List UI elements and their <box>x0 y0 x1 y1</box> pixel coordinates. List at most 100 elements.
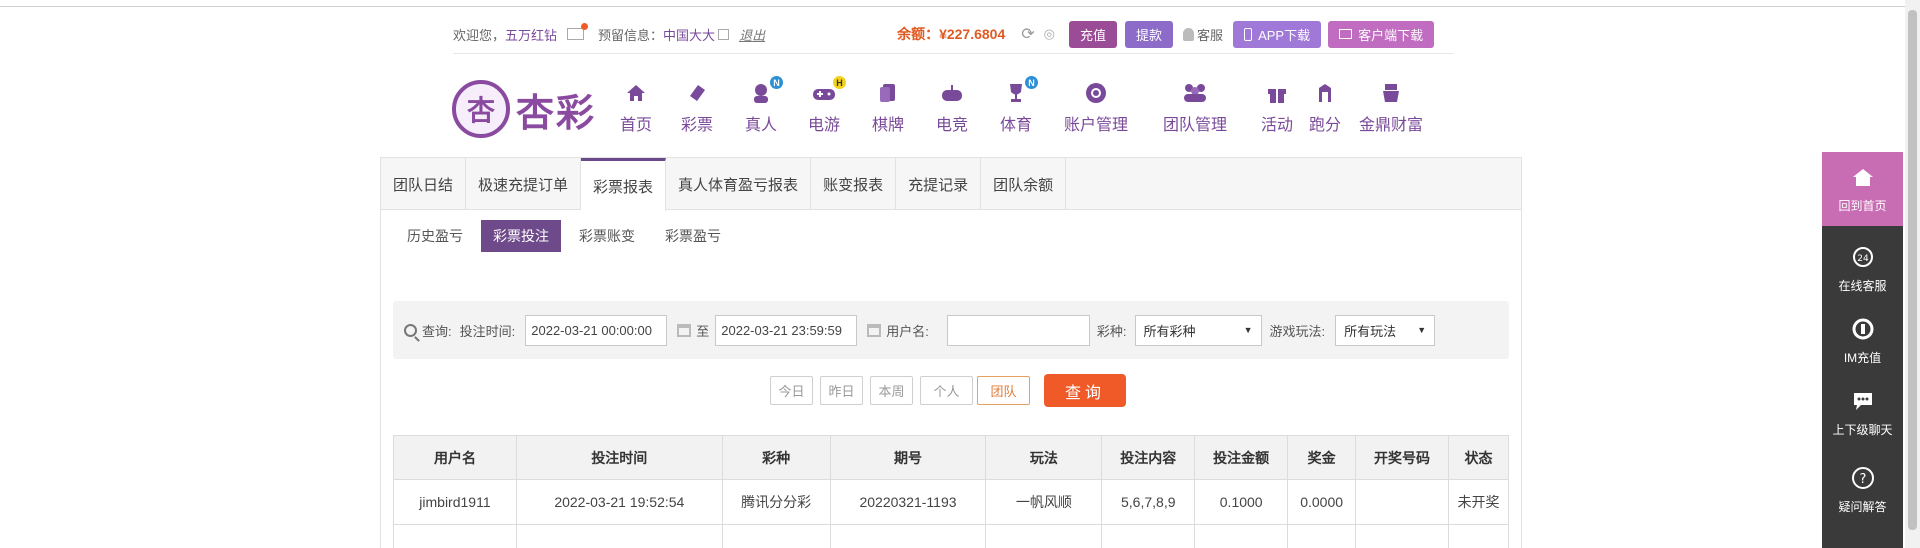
eye-hide-icon[interactable]: ◎ <box>1044 26 1055 42</box>
calendar-icon[interactable] <box>867 323 882 337</box>
today-button[interactable]: 今日 <box>770 376 813 405</box>
nav-label: 金鼎财富 <box>1359 117 1424 134</box>
query-label: 查询: <box>422 323 452 339</box>
end-time-input[interactable]: 2022-03-21 23:59:59 <box>715 314 858 346</box>
float-online-service[interactable]: 24 在线客服 <box>1822 244 1903 294</box>
yesterday-button[interactable]: 昨日 <box>820 376 863 405</box>
floating-sidebar: 回到首页 24 在线客服 IM充值 上下级聊天 ? 疑问解答 <box>1822 152 1903 548</box>
report-tabs: 团队日结 极速充提订单 彩票报表 真人体育盈亏报表 账变报表 充提记录 团队余额 <box>381 158 1521 211</box>
float-label: 回到首页 <box>1838 199 1887 213</box>
cell-play: 一帆风顺 <box>985 479 1103 525</box>
personal-button[interactable]: 个人 <box>920 376 973 405</box>
table-row[interactable]: jimbird1911 2022-03-21 19:52:54 腾讯分分彩 20… <box>393 479 1510 525</box>
nav-label: 账户管理 <box>1064 117 1129 134</box>
play-type-label: 游戏玩法: <box>1269 323 1326 339</box>
team-icon <box>1182 80 1208 106</box>
username: 五万红钻 <box>505 27 558 43</box>
recharge-button[interactable]: 充值 <box>1069 20 1118 48</box>
home-icon <box>1850 164 1876 190</box>
query-bar: 查询: 投注时间: 2022-03-21 00:00:00 至 2022-03-… <box>393 301 1509 359</box>
cell-amount: 0.1000 <box>1194 479 1289 525</box>
nav-item-live[interactable]: N 真人 <box>745 76 783 140</box>
scrollbar-thumb[interactable] <box>1908 10 1917 530</box>
headset-icon: 24 <box>1850 244 1876 270</box>
column-header: 用户名 <box>393 435 517 480</box>
nav-item-wealth[interactable]: 金鼎财富 <box>1359 80 1423 140</box>
nav-label: 棋牌 <box>872 117 905 134</box>
nav-item-home[interactable]: 首页 <box>620 80 652 140</box>
calendar-icon[interactable] <box>677 323 692 337</box>
esports-icon <box>939 80 965 106</box>
tab-lottery-report[interactable]: 彩票报表 <box>581 158 667 211</box>
mail-icon[interactable] <box>567 23 589 40</box>
start-time-input[interactable]: 2022-03-21 00:00:00 <box>525 314 668 346</box>
reserved-label: 预留信息： <box>598 27 664 43</box>
topbar-divider <box>453 53 1453 54</box>
search-icon <box>404 323 420 342</box>
cards-icon <box>875 80 901 106</box>
report-panel: 团队日结 极速充提订单 彩票报表 真人体育盈亏报表 账变报表 充提记录 团队余额… <box>380 157 1522 548</box>
nav-label: 体育 <box>1000 117 1033 134</box>
column-header: 期号 <box>829 435 987 480</box>
nav-item-esports[interactable]: 电竞 <box>936 80 968 140</box>
gift-icon <box>1264 80 1290 106</box>
query-button[interactable]: 查询 <box>1044 374 1126 407</box>
tab-fast-orders[interactable]: 极速充提订单 <box>466 158 582 210</box>
subtab-lottery-change[interactable]: 彩票账变 <box>567 220 647 252</box>
column-header: 状态 <box>1447 435 1510 480</box>
nav-item-sports[interactable]: N 体育 <box>1000 76 1038 140</box>
lottery-type-value: 所有彩种 <box>1143 323 1196 339</box>
new-badge: N <box>1025 76 1038 89</box>
nav-label: 真人 <box>745 117 778 134</box>
subtab-history-pl[interactable]: 历史盈亏 <box>395 220 475 252</box>
logo-text: 杏彩 <box>516 89 597 135</box>
refresh-icon[interactable]: ⟳ <box>1021 24 1034 44</box>
tab-live-sports-report[interactable]: 真人体育盈亏报表 <box>666 158 812 210</box>
client-download-label: 客户端下载 <box>1358 27 1424 43</box>
app-download-button[interactable]: APP下载 <box>1233 20 1322 48</box>
chat-icon <box>1850 388 1876 414</box>
cell-bet-time: 2022-03-21 19:52:54 <box>515 479 723 525</box>
nav-item-activity[interactable]: 活动 <box>1261 80 1293 140</box>
balance-value: ¥227.6804 <box>939 26 1006 42</box>
subtab-lottery-bets[interactable]: 彩票投注 <box>481 220 561 252</box>
nav-item-lottery[interactable]: 彩票 <box>681 80 713 140</box>
play-type-select[interactable]: 所有玩法 ▼ <box>1335 314 1436 346</box>
tab-team-balance[interactable]: 团队余额 <box>981 158 1067 210</box>
team-button[interactable]: 团队 <box>977 376 1030 405</box>
nav-item-team[interactable]: 团队管理 <box>1163 80 1227 140</box>
username-input[interactable] <box>946 314 1090 346</box>
nav-item-chess[interactable]: 棋牌 <box>872 80 904 140</box>
tab-account-change[interactable]: 账变报表 <box>811 158 897 210</box>
float-chat[interactable]: 上下级聊天 <box>1822 388 1903 438</box>
nav-item-running[interactable]: 跑分 <box>1309 80 1341 140</box>
nav-item-egame[interactable]: H 电游 <box>808 76 846 140</box>
bet-time-label: 投注时间: <box>459 323 516 339</box>
tab-team-daily[interactable]: 团队日结 <box>381 158 467 210</box>
float-im-recharge[interactable]: IM充值 <box>1822 316 1903 366</box>
table-header-row: 用户名 投注时间 彩种 期号 玩法 投注内容 投注金额 奖金 开奖号码 状态 <box>393 435 1510 480</box>
nav-item-account[interactable]: 账户管理 <box>1064 80 1128 140</box>
tab-deposit-withdraw[interactable]: 充提记录 <box>896 158 982 210</box>
service-link[interactable]: 客服 <box>1197 25 1223 44</box>
cell-username: jimbird1911 <box>393 479 517 525</box>
logout-link[interactable]: 退出 <box>739 25 765 44</box>
site-logo[interactable]: 杏 杏彩 <box>452 78 604 140</box>
this-week-button[interactable]: 本周 <box>870 376 913 405</box>
column-header: 奖金 <box>1287 435 1357 480</box>
float-faq[interactable]: ? 疑问解答 <box>1822 465 1903 515</box>
lottery-type-select[interactable]: 所有彩种 ▼ <box>1134 314 1262 346</box>
service-icon <box>1183 27 1195 41</box>
nav-label: 团队管理 <box>1163 117 1228 134</box>
subtab-lottery-pl[interactable]: 彩票盈亏 <box>653 220 733 252</box>
withdraw-button[interactable]: 提款 <box>1125 20 1174 48</box>
float-back-home[interactable]: 回到首页 <box>1822 152 1903 226</box>
phone-icon <box>1244 27 1253 41</box>
client-download-button[interactable]: 客户端下载 <box>1328 20 1435 48</box>
cell-issue: 20220321-1193 <box>829 479 987 525</box>
float-label: 疑问解答 <box>1838 500 1887 514</box>
edit-icon[interactable] <box>718 28 730 40</box>
table-row[interactable] <box>393 524 1510 548</box>
page-scrollbar[interactable] <box>1905 0 1920 548</box>
new-badge: N <box>770 76 783 89</box>
